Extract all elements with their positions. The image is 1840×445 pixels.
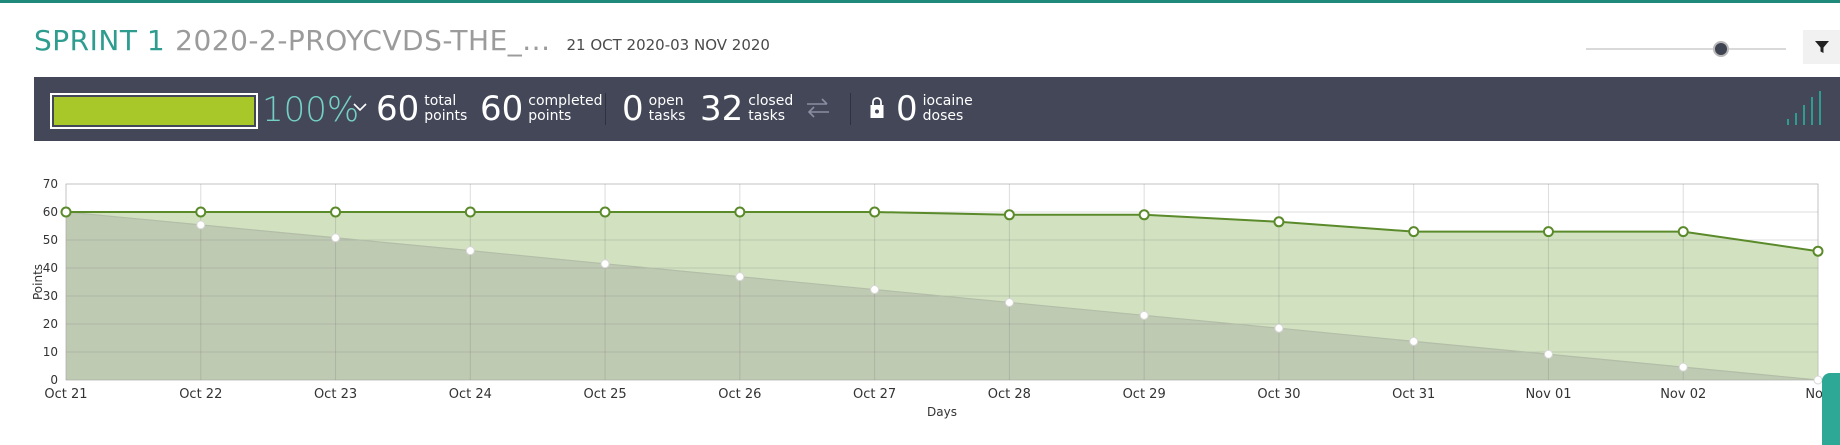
ideal-point	[196, 220, 206, 230]
x-tick-label: Oct 31	[1392, 387, 1435, 402]
actual-point	[1677, 226, 1689, 238]
completed-points-value: 60	[480, 89, 524, 129]
ideal-point	[1678, 362, 1688, 372]
y-tick-label: 50	[43, 233, 58, 247]
sprint-summary-bar: 100% 60 total points 60 completed points 0…	[34, 77, 1840, 141]
sprint-progress-fill	[54, 97, 254, 125]
completed-points-stat: 60 completed points	[480, 90, 603, 128]
burndown-chart: 0 10 20 30 40 50 60 70 Oct 21 Oct 22 Oct 23 Oct 24 O…	[31, 177, 1831, 419]
total-points-label-2: points	[424, 108, 468, 124]
sprint-name: SPRINT 1	[34, 24, 166, 57]
x-tick-label: Oct 28	[988, 387, 1031, 402]
ideal-point	[465, 246, 475, 256]
x-tick-label: Oct 22	[179, 387, 222, 402]
ideal-point	[1139, 310, 1149, 320]
actual-point	[330, 206, 342, 218]
x-tick-label: Oct 29	[1123, 387, 1166, 402]
x-tick-label: Nov 02	[1660, 387, 1706, 402]
completed-points-label-1: completed	[528, 93, 603, 109]
sprint-header: SPRINT 1 2020-2-PROYCVDS-THE_... 21 OCT …	[34, 24, 770, 60]
zoom-slider-handle[interactable]	[1712, 41, 1729, 57]
x-tick-label: Oct 21	[44, 387, 87, 402]
open-tasks-value: 0	[622, 89, 644, 129]
top-accent-line	[0, 0, 1840, 3]
actual-point	[1138, 209, 1150, 221]
x-tick-label: Oct 26	[718, 387, 761, 402]
ideal-point	[1409, 336, 1419, 346]
actual-point	[1812, 245, 1824, 257]
ideal-point	[331, 233, 341, 243]
graph-toggle-icon[interactable]	[1786, 91, 1822, 125]
x-axis-label: Days	[927, 405, 957, 419]
completed-points-label-2: points	[528, 108, 572, 124]
project-name[interactable]: 2020-2-PROYCVDS-THE_...	[175, 24, 550, 57]
iocaine-bottle-icon	[870, 97, 884, 118]
iocaine-doses-stat: 0 iocaine doses	[896, 90, 973, 128]
sprint-date-range: 21 OCT 2020-03 NOV 2020	[566, 36, 770, 54]
y-tick-label: 10	[43, 345, 58, 359]
ideal-point	[1813, 375, 1823, 385]
y-tick-label: 70	[43, 177, 58, 191]
summary-divider	[605, 93, 606, 125]
actual-point	[599, 206, 611, 218]
filter-button[interactable]	[1803, 30, 1840, 64]
ideal-point	[1274, 323, 1284, 333]
actual-point	[195, 206, 207, 218]
chevron-down-icon[interactable]	[352, 101, 368, 113]
ideal-point	[1543, 349, 1553, 359]
closed-tasks-label-1: closed	[748, 93, 794, 109]
actual-point	[1003, 209, 1015, 221]
x-tick-label: Nov 01	[1525, 387, 1571, 402]
total-points-stat: 60 total points	[376, 90, 467, 128]
actual-point	[1408, 226, 1420, 238]
total-points-value: 60	[376, 89, 420, 129]
y-tick-label: 0	[50, 373, 58, 387]
closed-tasks-value: 32	[700, 89, 744, 129]
closed-tasks-label-2: tasks	[748, 108, 786, 124]
y-tick-label: 60	[43, 205, 58, 219]
actual-point	[464, 206, 476, 218]
y-axis-label: Points	[31, 264, 45, 300]
y-tick-label: 30	[43, 289, 58, 303]
summary-divider	[850, 93, 851, 125]
iocaine-doses-label-2: doses	[922, 108, 964, 124]
zoom-slider[interactable]	[1586, 40, 1786, 60]
x-tick-label: Oct 23	[314, 387, 357, 402]
x-tick-label: Oct 30	[1257, 387, 1300, 402]
iocaine-doses-value: 0	[896, 89, 918, 129]
zoom-slider-track[interactable]	[1586, 48, 1786, 50]
x-tick-label: Oct 27	[853, 387, 896, 402]
actual-point	[869, 206, 881, 218]
side-panel-tab[interactable]	[1822, 373, 1840, 445]
actual-point	[1542, 226, 1554, 238]
total-points-label-1: total	[424, 93, 457, 109]
y-tick-label: 40	[43, 261, 58, 275]
x-tick-label: Oct 25	[583, 387, 626, 402]
progress-percent: 100%	[262, 90, 360, 130]
open-tasks-stat: 0 open tasks	[622, 90, 685, 128]
ideal-point	[1004, 297, 1014, 307]
actual-point	[60, 206, 72, 218]
x-tick-label: Oct 24	[449, 387, 492, 402]
swap-arrows-icon[interactable]	[805, 97, 831, 119]
iocaine-doses-label-1: iocaine	[922, 93, 973, 109]
actual-point	[1273, 216, 1285, 228]
ideal-point	[600, 259, 610, 269]
ideal-point	[735, 272, 745, 282]
funnel-icon	[1814, 41, 1829, 53]
ideal-point	[870, 285, 880, 295]
actual-point	[734, 206, 746, 218]
y-tick-label: 20	[43, 317, 58, 331]
open-tasks-label-1: open	[648, 93, 684, 109]
sprint-progress-bar	[50, 93, 258, 129]
open-tasks-label-2: tasks	[648, 108, 686, 124]
closed-tasks-stat: 32 closed tasks	[700, 90, 793, 128]
